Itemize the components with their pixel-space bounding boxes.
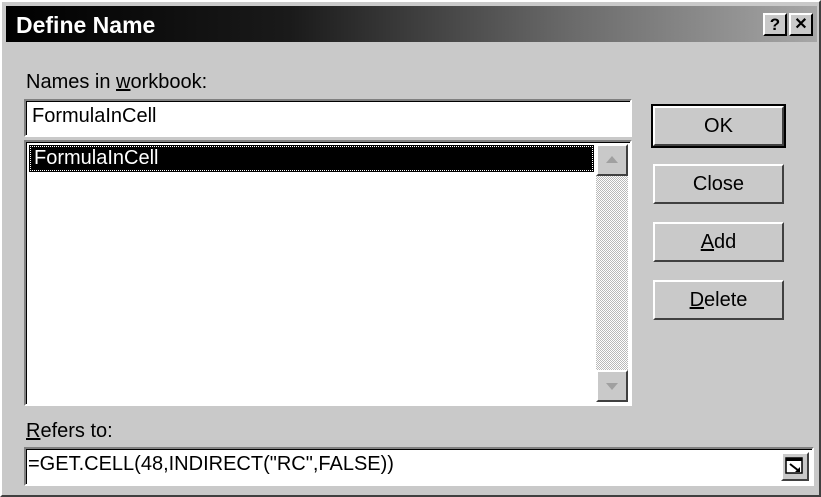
scroll-down-arrow-icon: [606, 383, 618, 390]
dialog-title: Define Name: [16, 12, 156, 38]
collapse-dialog-button[interactable]: [781, 452, 809, 481]
close-icon: ✕: [794, 16, 808, 33]
names-list-scrollbar[interactable]: [596, 144, 628, 402]
help-button[interactable]: ?: [763, 13, 787, 36]
collapse-dialog-icon: [785, 457, 803, 474]
name-input[interactable]: FormulaInCell: [24, 99, 632, 137]
names-list[interactable]: FormulaInCell: [24, 140, 632, 406]
delete-button[interactable]: Delete: [653, 280, 784, 320]
refers-to-value: =GET.CELL(48,INDIRECT("RC",FALSE)): [28, 453, 394, 475]
close-button[interactable]: Close: [653, 164, 784, 204]
name-input-value: FormulaInCell: [32, 105, 157, 127]
ok-button[interactable]: OK: [653, 106, 784, 146]
scroll-down-button[interactable]: [596, 370, 628, 402]
scroll-up-arrow-icon: [606, 156, 618, 163]
refers-to-label: Refers to:: [26, 420, 113, 442]
add-button[interactable]: Add: [653, 222, 784, 262]
close-window-button[interactable]: ✕: [789, 13, 813, 36]
list-item[interactable]: FormulaInCell: [29, 145, 594, 172]
refers-to-input[interactable]: =GET.CELL(48,INDIRECT("RC",FALSE)): [24, 447, 814, 486]
scroll-up-button[interactable]: [596, 144, 628, 176]
names-in-workbook-label: Names in workbook:: [26, 71, 208, 93]
title-bar[interactable]: Define Name ? ✕: [6, 6, 817, 42]
define-name-dialog: Define Name ? ✕ Names in workbook: Formu…: [0, 0, 821, 497]
